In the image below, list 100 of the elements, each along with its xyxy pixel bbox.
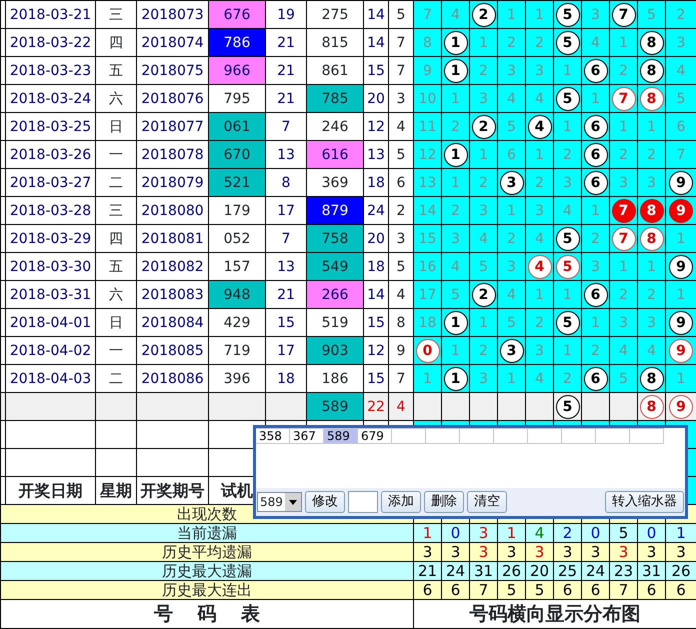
miss-count: 4 <box>442 252 470 280</box>
miss-count: 4 <box>470 224 498 252</box>
miss-count: 6 <box>666 112 696 140</box>
input-field[interactable] <box>348 491 378 513</box>
button[interactable]: 清空 <box>466 491 507 513</box>
miss-count: 3 <box>442 224 470 252</box>
number-ball: 6 <box>584 170 608 194</box>
table-cell: 24 <box>364 196 388 224</box>
stat-value: 1 <box>414 524 442 542</box>
test-number-cell: 179 <box>208 196 266 224</box>
miss-count: 3 <box>610 168 638 196</box>
table-cell: 14 <box>364 28 388 56</box>
miss-count: 2 <box>498 28 526 56</box>
date-cell: 2018-03-22 <box>6 28 96 56</box>
miss-count: 11 <box>414 112 442 140</box>
miss-count: 2 <box>470 168 498 196</box>
number-ball: 9 <box>669 198 693 222</box>
table-cell: 879 <box>306 196 364 224</box>
number-cell[interactable]: 589 <box>324 428 358 444</box>
miss-count: 2 <box>610 140 638 168</box>
miss-count: 2 <box>582 336 610 364</box>
stat-value: 20 <box>526 562 554 580</box>
number-ball: 6 <box>584 282 608 306</box>
weekday-cell: 五 <box>96 252 136 280</box>
test-number-cell: 429 <box>208 308 266 336</box>
miss-count: 2 <box>526 168 554 196</box>
period-cell: 2018076 <box>136 84 208 112</box>
miss-count: 1 <box>554 56 582 84</box>
button[interactable]: 添加 <box>380 491 421 513</box>
number-ball: 1 <box>444 310 468 334</box>
miss-count: 4 <box>526 364 554 392</box>
miss-count: 2 <box>610 56 638 84</box>
date-cell: 2018-03-28 <box>6 196 96 224</box>
empty-cell[interactable] <box>460 428 494 444</box>
empty-cell[interactable] <box>596 428 630 444</box>
weekday-cell: 二 <box>96 168 136 196</box>
weekday-cell: 五 <box>96 56 136 84</box>
miss-count: 4 <box>526 224 554 252</box>
miss-count: 4 <box>554 196 582 224</box>
stat-label: 历史最大遗漏 <box>0 562 414 580</box>
transfer-button[interactable]: 转入缩水器 <box>605 491 684 513</box>
miss-count: 1 <box>610 112 638 140</box>
miss-count: 1 <box>526 280 554 308</box>
miss-count: 2 <box>442 112 470 140</box>
table-cell: 903 <box>306 336 364 364</box>
table-cell: 815 <box>306 28 364 56</box>
weekday-cell: 三 <box>96 196 136 224</box>
number-ball: 5 <box>556 86 580 110</box>
miss-count: 4 <box>582 28 610 56</box>
stat-value: 26 <box>498 562 526 580</box>
weekday-cell: 六 <box>96 84 136 112</box>
number-ball: 0 <box>416 338 440 362</box>
number-ball: 8 <box>640 226 664 250</box>
miss-count: 1 <box>610 28 638 56</box>
stat-value: 6 <box>582 580 610 600</box>
number-ball: 9 <box>669 310 693 334</box>
button[interactable]: 修改 <box>304 491 345 513</box>
period-cell: 2018084 <box>136 308 208 336</box>
table-cell: 4 <box>388 392 414 420</box>
date-cell: 2018-03-24 <box>6 84 96 112</box>
miss-count: 1 <box>470 28 498 56</box>
stat-value: 5 <box>526 580 554 600</box>
number-ball: 8 <box>640 198 664 222</box>
date-cell: 2018-03-21 <box>6 0 96 28</box>
number-cell[interactable]: 358 <box>256 428 290 444</box>
date-cell: 2018-03-29 <box>6 224 96 252</box>
weekday-cell: 四 <box>96 224 136 252</box>
test-number-cell: 676 <box>208 0 266 28</box>
miss-count: 5 <box>666 84 696 112</box>
number-ball: 7 <box>612 2 636 26</box>
empty-cell[interactable] <box>562 428 596 444</box>
period-cell: 2018081 <box>136 224 208 252</box>
weekday-cell: 日 <box>96 308 136 336</box>
stat-value: 3 <box>470 524 498 542</box>
stat-value: 2 <box>554 524 582 542</box>
empty-cell[interactable] <box>630 428 664 444</box>
number-ball: 4 <box>528 114 552 138</box>
stat-value: 3 <box>470 542 498 562</box>
table-cell: 15 <box>266 308 306 336</box>
number-ball: 8 <box>640 366 664 390</box>
empty-cell[interactable] <box>426 428 460 444</box>
empty-cell[interactable] <box>392 428 426 444</box>
table-cell: 275 <box>306 0 364 28</box>
empty-cell[interactable] <box>494 428 528 444</box>
empty-cell[interactable] <box>528 428 562 444</box>
miss-count: 7 <box>414 0 442 28</box>
date-cell: 2018-03-23 <box>6 56 96 84</box>
dropdown[interactable]: 589 <box>257 492 302 512</box>
table-cell: 7 <box>266 112 306 140</box>
miss-count: 1 <box>498 196 526 224</box>
date-cell: 2018-03-31 <box>6 280 96 308</box>
miss-count: 2 <box>526 308 554 336</box>
number-cell[interactable]: 679 <box>358 428 392 444</box>
stat-value: 4 <box>526 524 554 542</box>
miss-count: 1 <box>666 364 696 392</box>
weekday-cell: 日 <box>96 112 136 140</box>
stat-value: 5 <box>498 580 526 600</box>
button[interactable]: 删除 <box>424 491 464 513</box>
table-cell: 13 <box>364 140 388 168</box>
miss-count: 1 <box>554 280 582 308</box>
